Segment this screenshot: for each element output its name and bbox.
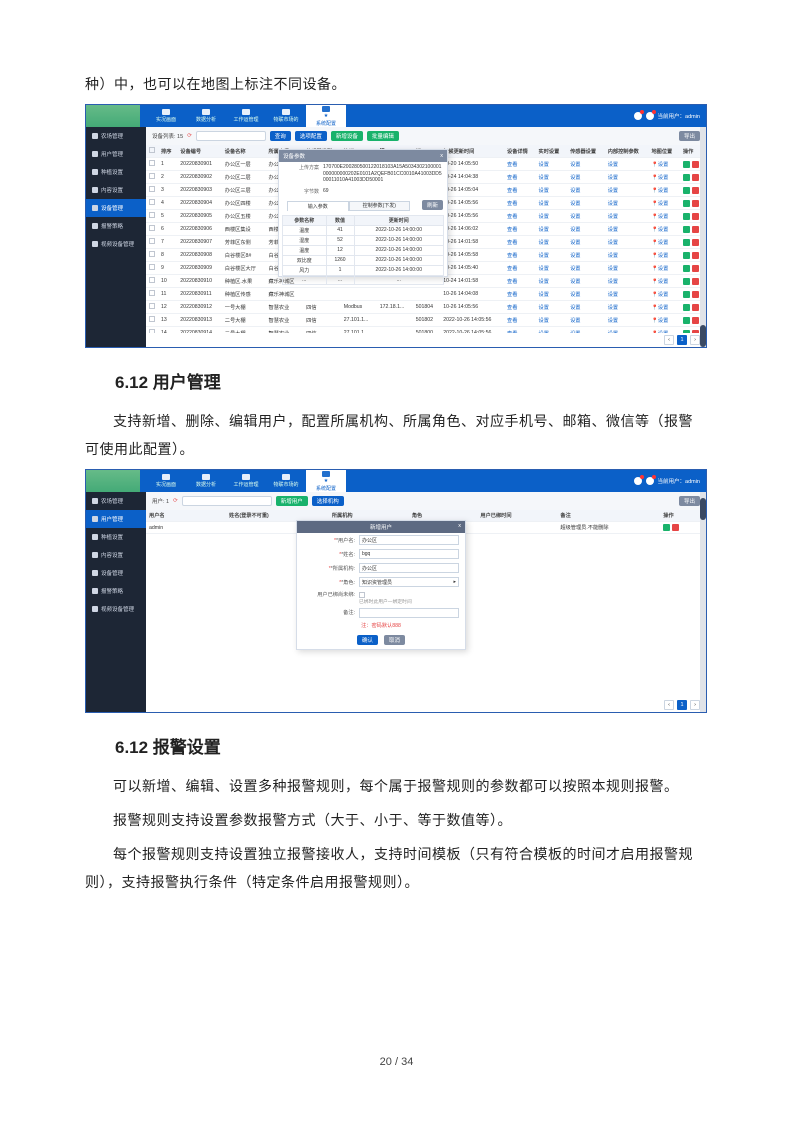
popup-close[interactable]: x [440,153,443,159]
tab-control[interactable]: 控制参数(下发) [349,201,411,211]
nav-market[interactable]: 物联市场的 [266,105,306,127]
device-row[interactable]: 1120220830911种植区传感藏乐神城区 10-26 14:04:08 查… [146,288,706,301]
side-video[interactable]: 视频设备管理 [86,235,146,253]
user-toolbar: 用户: 1 ⟳ 新增用户 选择机构 导出 [146,492,706,510]
logo [86,105,140,127]
btn-new-user[interactable]: 新增用户 [276,496,308,506]
btn-user-export[interactable]: 导出 [679,496,700,506]
pg-prev[interactable]: ‹ [664,335,674,345]
nav-realtime[interactable]: 实况画面 [146,105,186,127]
para-top: 种）中，也可以在地图上标注不同设备。 [85,70,707,98]
new-user-modal: 新增用户x **用户名:办公区 **姓名:bgq **所属机构:办公区 **角色… [296,520,466,650]
op-edit[interactable] [663,524,670,531]
pwd-warning: 注：密码默认888 [297,620,465,631]
btn-new[interactable]: 新增设备 [331,131,363,141]
toolbar: 设备列表: 15 ⟳ 查询 选项配置 新增设备 批量编辑 导出 [146,127,706,145]
rf-scheme: 170700E200280500122018103A15A50343021000… [323,164,443,184]
btn-cancel[interactable]: 取消 [384,635,405,645]
para-alarm2: 报警规则支持设置参数报警方式（大于、小于、等于数值等）。 [85,806,707,834]
chk-bound[interactable] [359,592,365,598]
device-param-popup: 设备参数x 上传方案170700E200280500122018103A15A5… [278,149,448,277]
user-label[interactable]: 当前用户：admin [658,112,700,120]
sidebar-2: 农场管理 用户管理 种植设置 内容设置 设备管理 报警策略 视频设备管理 [86,492,146,712]
btn-query[interactable]: 查询 [270,131,291,141]
modal-title: 新增用户 [370,523,392,531]
rf-byte: 69 [323,188,443,195]
user-count: 用户: 1 [152,497,169,505]
heading-alarm: 6.12 报警设置 [115,733,707,758]
search-input[interactable] [196,131,266,141]
nav-sysconfig[interactable]: ★系统配置 [306,105,346,127]
para-alarm1: 可以新增、编辑、设置多种报警规则，每个属于报警规则的参数都可以按照本规则报警。 [85,772,707,800]
btn-sel-org[interactable]: 选择机构 [312,496,344,506]
screenshot-device-mgmt: 实况画面 数据分析 工作运管理 物联市场的 ★系统配置 当前用户：admin 农… [85,104,707,348]
sel-role[interactable]: 知识资管理员▸ [359,577,459,587]
popup-title: 设备参数 [283,152,305,160]
inp-fullname[interactable]: bgq [359,549,459,559]
device-row[interactable]: 1320220830913二号大棚智慧农业 四信27.101.1...50180… [146,314,706,327]
btn-export[interactable]: 导出 [679,131,700,141]
side-alarm[interactable]: 报警策略 [86,217,146,235]
side-plant[interactable]: 种植设置 [86,163,146,181]
select-all[interactable] [149,147,155,153]
side-user-active[interactable]: 用户管理 [86,510,146,528]
para-user: 支持新增、删除、编辑用户，配置所属机构、所属角色、对应手机号、邮箱、微信等（报警… [85,407,707,463]
tab-input[interactable]: 输入参数 [287,201,349,211]
device-count: 设备列表: 15 [152,132,183,140]
btn-confirm[interactable]: 确认 [357,635,378,645]
nav-workmgmt[interactable]: 工作运管理 [226,105,266,127]
para-alarm3: 每个报警规则支持设置独立报警接收人，支持时间模板（只有符合模板的时间才启用报警规… [85,840,707,896]
pg-1[interactable]: 1 [677,335,687,345]
modal-close[interactable]: x [458,523,461,529]
nav-analysis[interactable]: 数据分析 [186,105,226,127]
device-row[interactable]: 1220220830912一号大棚智慧农业 四信Modbus172.18.1..… [146,301,706,314]
op-del[interactable] [672,524,679,531]
btn-cfg[interactable]: 选项配置 [295,131,327,141]
notify-icon-2[interactable] [646,112,654,120]
btn-refresh[interactable]: 刷新 [422,200,443,210]
side-user[interactable]: 用户管理 [86,145,146,163]
btn-batch[interactable]: 批量编辑 [367,131,399,141]
right-nav: 当前用户：admin [634,112,706,120]
side-device[interactable]: 设备管理 [86,199,146,217]
inp-org[interactable]: 办公区 [359,563,459,573]
inp-username[interactable]: 办公区 [359,535,459,545]
page-footer: 20 / 34 [0,1056,793,1068]
screenshot-user-mgmt: 实况画面 数据分析 工作运管理 物联市场的 ★系统配置 当前用户：admin 农… [85,469,707,713]
user-search[interactable] [182,496,272,506]
top-nav: 实况画面 数据分析 工作运管理 物联市场的 ★系统配置 当前用户：admin [86,105,706,127]
notify-icon[interactable] [634,112,642,120]
side-farm[interactable]: 农场管理 [86,127,146,145]
inp-memo[interactable] [359,608,459,618]
logo-2 [86,470,140,492]
side-content[interactable]: 内容设置 [86,181,146,199]
pg-next[interactable]: › [690,335,700,345]
heading-user-mgmt: 6.12 用户管理 [115,368,707,393]
sidebar: 农场管理 用户管理 种植设置 内容设置 设备管理 报警策略 视频设备管理 [86,127,146,347]
pager: ‹ 1 › [146,333,706,347]
top-nav-2: 实况画面 数据分析 工作运管理 物联市场的 ★系统配置 当前用户：admin [86,470,706,492]
